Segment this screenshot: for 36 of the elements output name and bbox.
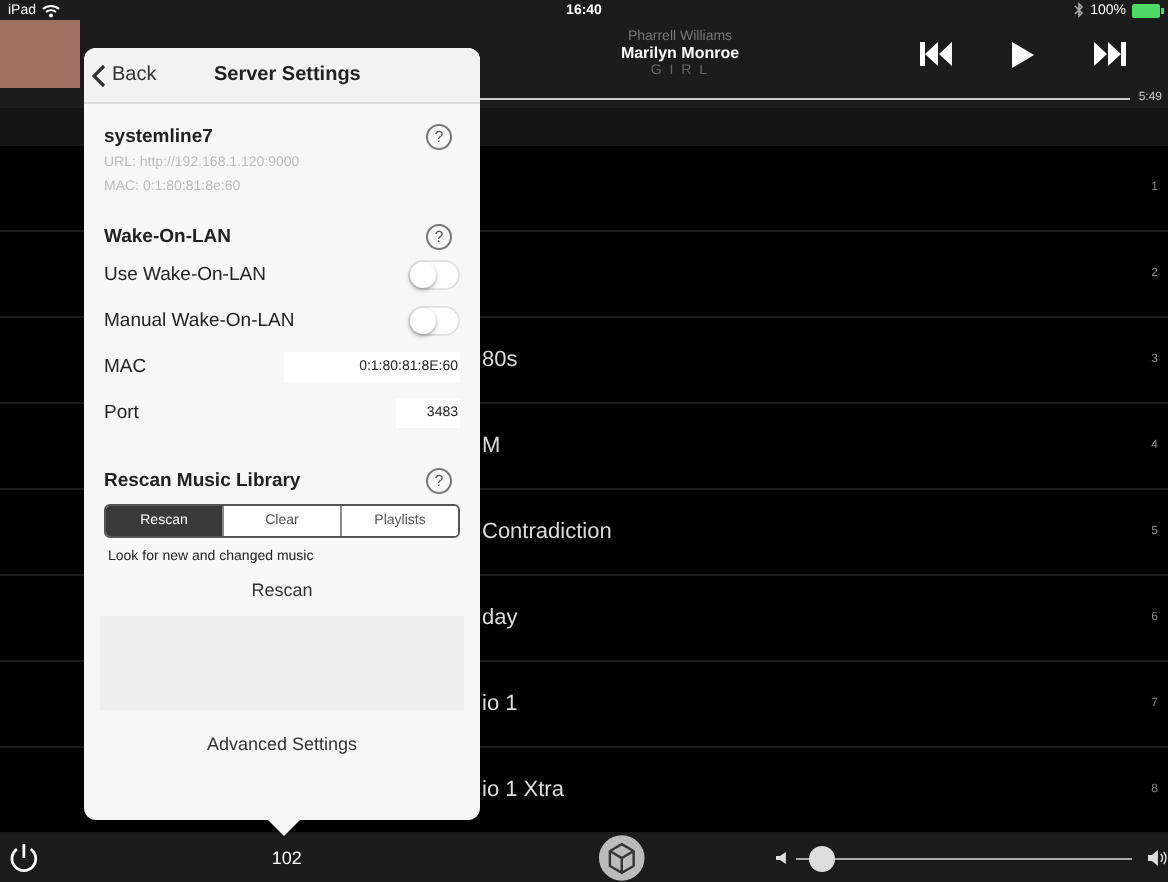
help-button[interactable]: ? [426, 223, 452, 249]
volume-slider-thumb[interactable] [809, 845, 836, 872]
chevron-left-icon [92, 63, 106, 87]
play-icon[interactable] [1012, 41, 1034, 68]
player-count[interactable]: 102 [271, 848, 302, 869]
playlist-title[interactable]: M [482, 434, 501, 459]
advanced-settings-button[interactable]: Advanced Settings [206, 734, 358, 754]
playlist-title[interactable]: 80s [482, 348, 518, 373]
popover-title: Server Settings [214, 64, 361, 86]
playlist-title[interactable]: io 1 [482, 692, 518, 717]
toggle-label: Manual Wake-On-LAN [104, 310, 295, 332]
playlist-title[interactable]: Contradiction [482, 520, 612, 545]
previous-icon[interactable] [920, 42, 952, 67]
field-label: Port [104, 402, 139, 424]
toggle-switch[interactable] [408, 306, 460, 336]
rescan-button[interactable]: Rescan [251, 580, 313, 600]
volume-high-icon [1148, 850, 1168, 867]
playlist-title[interactable]: day [482, 606, 518, 631]
help-button[interactable]: ? [426, 123, 452, 149]
section-heading: Rescan Music Library [104, 469, 301, 491]
back-button[interactable]: Back [84, 63, 157, 87]
toggle-switch[interactable] [408, 260, 460, 290]
playlist-title[interactable]: io 1 Xtra [482, 778, 564, 803]
section-heading: Wake-On-LAN [104, 225, 232, 247]
next-icon[interactable] [1094, 42, 1126, 67]
help-button[interactable]: ? [426, 467, 452, 493]
toggle-label: Use Wake-On-LAN [104, 264, 266, 286]
server-name: systemline7 [104, 125, 213, 147]
cube-logo-icon[interactable] [593, 834, 650, 882]
bluetooth-icon [1074, 2, 1085, 19]
power-icon[interactable] [8, 842, 40, 875]
battery-icon [1132, 3, 1164, 18]
field-label: MAC [104, 356, 147, 378]
track-title: Marilyn Monroe [620, 46, 740, 64]
volume-low-icon [775, 852, 786, 865]
wifi-icon [42, 3, 61, 18]
